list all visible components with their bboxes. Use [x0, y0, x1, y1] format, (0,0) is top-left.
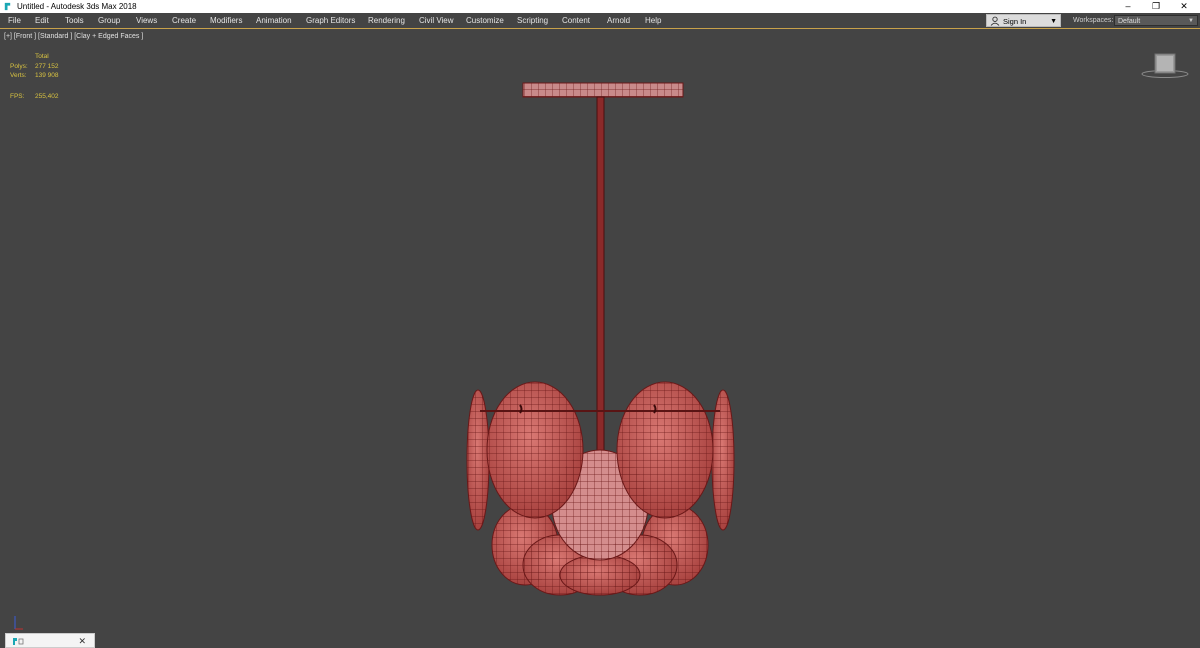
dropdown-caret-icon: ▼: [1050, 18, 1057, 25]
menu-rendering[interactable]: Rendering: [368, 13, 405, 28]
menu-modifiers[interactable]: Modifiers: [210, 13, 242, 28]
app-icon: [13, 638, 24, 645]
dropdown-caret-icon: ▼: [1188, 18, 1194, 24]
script-listener-tab[interactable]: ✕: [5, 633, 95, 648]
restore-icon: ❐: [1151, 1, 1161, 11]
stats-polys-label: Polys:: [10, 63, 28, 70]
viewport-label[interactable]: [+] [Front ] [Standard ] [Clay + Edged F…: [4, 33, 143, 40]
menu-customize[interactable]: Customize: [466, 13, 504, 28]
menu-edit[interactable]: Edit: [35, 13, 49, 28]
menu-scripting[interactable]: Scripting: [517, 13, 548, 28]
menu-views[interactable]: Views: [136, 13, 157, 28]
minimize-icon: –: [1125, 1, 1131, 11]
sign-in-dropdown[interactable]: Sign In ▼: [986, 14, 1061, 27]
menu-content[interactable]: Content: [562, 13, 590, 28]
menu-create[interactable]: Create: [172, 13, 196, 28]
stats-fps-label: FPS:: [10, 93, 25, 100]
status-bar: [0, 631, 1200, 648]
close-tab-icon[interactable]: ✕: [78, 634, 86, 648]
close-button[interactable]: ✕: [1170, 0, 1198, 13]
sign-in-label: Sign In: [1003, 17, 1027, 26]
workspaces-value: Default: [1118, 18, 1141, 25]
menu-graph-editors[interactable]: Graph Editors: [306, 13, 355, 28]
stats-fps-value: 255,402: [35, 93, 59, 100]
stats-verts-value: 139 908: [35, 72, 59, 79]
app-icon: [4, 2, 11, 11]
restore-button[interactable]: ❐: [1142, 0, 1170, 13]
workspaces-select[interactable]: Default ▼: [1114, 15, 1198, 26]
stats-verts-label: Verts:: [10, 72, 27, 79]
stats-polys-value: 277 152: [35, 63, 59, 70]
viewcube-icon[interactable]: [1140, 51, 1190, 81]
menu-group[interactable]: Group: [98, 13, 120, 28]
menu-file[interactable]: File: [8, 13, 21, 28]
window-title: Untitled - Autodesk 3ds Max 2018: [17, 2, 137, 11]
window-titlebar: Untitled - Autodesk 3ds Max 2018: [0, 0, 1200, 13]
menu-tools[interactable]: Tools: [65, 13, 84, 28]
axis-tripod-icon: [14, 616, 23, 630]
person-icon: [990, 16, 1000, 26]
menu-arnold[interactable]: Arnold: [607, 13, 630, 28]
menu-civil-view[interactable]: Civil View: [419, 13, 454, 28]
chandelier-model[interactable]: [440, 75, 760, 605]
menu-help[interactable]: Help: [645, 13, 661, 28]
stats-header: Total: [35, 53, 49, 60]
menu-animation[interactable]: Animation: [256, 13, 292, 28]
close-icon: ✕: [1180, 1, 1188, 11]
workspaces-label: Workspaces:: [1073, 17, 1114, 24]
minimize-button[interactable]: –: [1114, 0, 1142, 13]
